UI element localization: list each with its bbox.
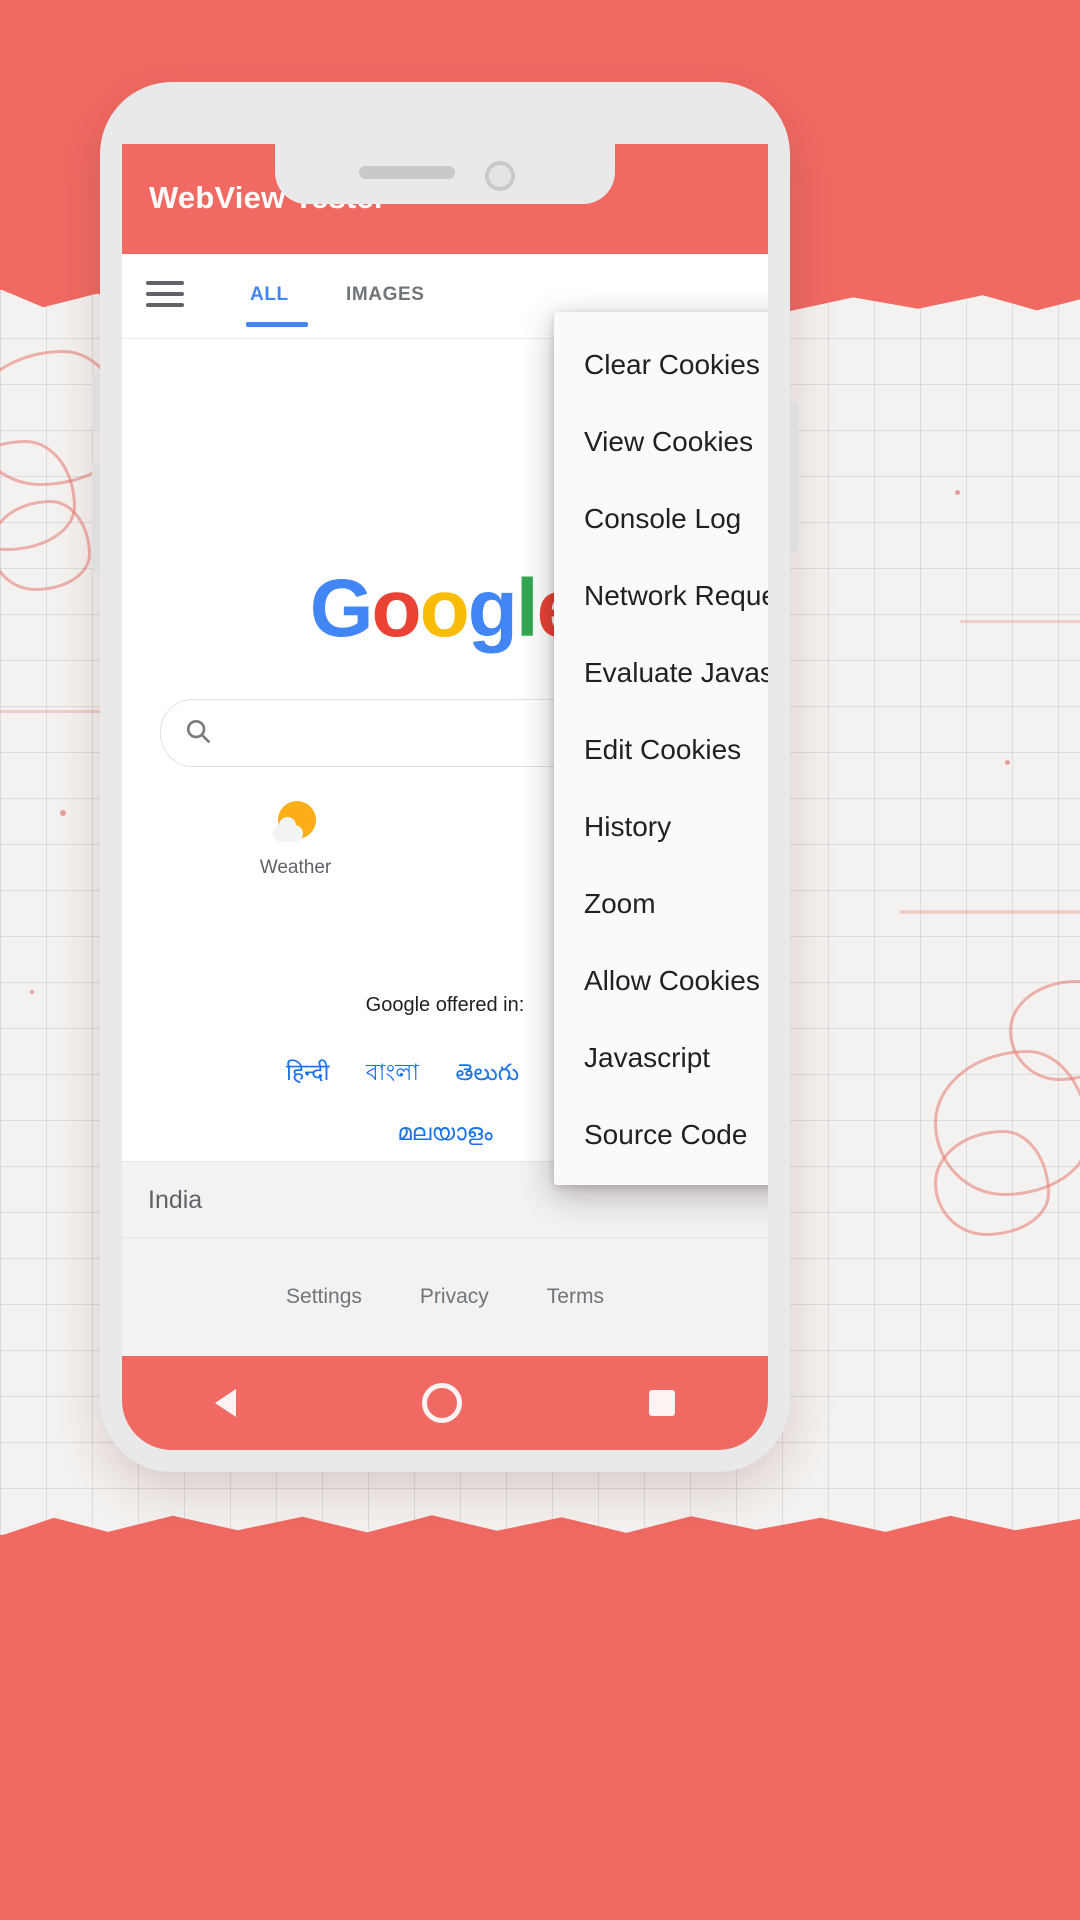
menu-item-label: Javascript — [584, 1041, 711, 1073]
menu-item-source-code[interactable]: Source Code — [554, 1096, 768, 1173]
menu-item-label: Network Requests — [584, 579, 768, 611]
footer-link-terms[interactable]: Terms — [547, 1285, 604, 1309]
tab-all[interactable]: ALL — [250, 284, 289, 306]
search-icon — [183, 716, 213, 751]
country-label: India — [148, 1185, 203, 1214]
google-footer-links: Settings Privacy Terms — [122, 1237, 768, 1356]
recents-button-icon[interactable] — [648, 1390, 675, 1416]
menu-item-label: Source Code — [584, 1118, 748, 1150]
tab-active-indicator — [246, 322, 308, 327]
menu-item-network-requests[interactable]: Network Requests — [554, 557, 768, 634]
logo-letter-g: g — [467, 563, 518, 654]
menu-item-allow-cookies[interactable]: Allow Cookies — [554, 942, 768, 1019]
menu-item-label: View Cookies — [584, 425, 754, 457]
phone-volume-up-button — [92, 372, 100, 432]
weather-icon — [272, 799, 319, 845]
menu-item-console-log[interactable]: Console Log — [554, 480, 768, 557]
phone-volume-down-button — [92, 462, 100, 572]
shortcut-weather[interactable]: Weather — [236, 799, 356, 879]
phone-screen: WebView Tester ALL IMAGES Google — [122, 144, 768, 1356]
menu-item-label: Allow Cookies — [584, 964, 760, 996]
logo-letter-l: l — [515, 563, 539, 654]
logo-letter-G: G — [309, 563, 374, 654]
menu-item-label: Evaluate Javascript — [584, 656, 768, 688]
back-button-icon[interactable] — [215, 1389, 237, 1417]
menu-item-edit-cookies[interactable]: Edit Cookies — [554, 711, 768, 788]
earpiece-speaker — [359, 166, 455, 179]
menu-item-label: History — [584, 810, 672, 842]
menu-item-clear-cookies[interactable]: Clear Cookies — [554, 326, 768, 403]
menu-item-label: Edit Cookies — [584, 733, 742, 765]
language-link[interactable]: বাংলা — [366, 1059, 419, 1085]
screenshot-root: WebView Tester ALL IMAGES Google — [0, 0, 1080, 1920]
phone-mockup-frame: WebView Tester ALL IMAGES Google — [92, 82, 798, 1472]
menu-item-history[interactable]: History — [554, 788, 768, 865]
overflow-menu: Clear Cookies View Cookies Console Log N… — [554, 312, 768, 1185]
phone-notch — [275, 144, 615, 204]
front-camera — [485, 161, 515, 191]
menu-item-zoom[interactable]: Zoom — [554, 865, 768, 942]
hamburger-icon[interactable] — [146, 281, 184, 309]
menu-item-label: Clear Cookies — [584, 348, 760, 380]
shortcut-label: Weather — [259, 857, 332, 878]
menu-item-label: Zoom — [584, 887, 656, 919]
logo-letter-o1: o — [371, 563, 422, 654]
language-link[interactable]: മലയാളം — [397, 1119, 492, 1145]
tab-images[interactable]: IMAGES — [346, 284, 425, 306]
language-link[interactable]: हिन्दी — [286, 1059, 329, 1085]
menu-item-view-cookies[interactable]: View Cookies — [554, 403, 768, 480]
phone-power-button — [790, 402, 798, 552]
logo-letter-o2: o — [419, 563, 470, 654]
android-navigation-bar — [122, 1356, 768, 1450]
menu-item-javascript[interactable]: Javascript — [554, 1019, 768, 1096]
language-link[interactable]: తెలుగు — [456, 1059, 520, 1085]
google-logo: Google — [309, 562, 582, 656]
footer-link-settings[interactable]: Settings — [286, 1285, 362, 1309]
footer-link-privacy[interactable]: Privacy — [420, 1285, 489, 1309]
home-button-icon[interactable] — [422, 1383, 463, 1423]
menu-item-evaluate-javascript[interactable]: Evaluate Javascript — [554, 634, 768, 711]
menu-item-label: Console Log — [584, 502, 742, 534]
